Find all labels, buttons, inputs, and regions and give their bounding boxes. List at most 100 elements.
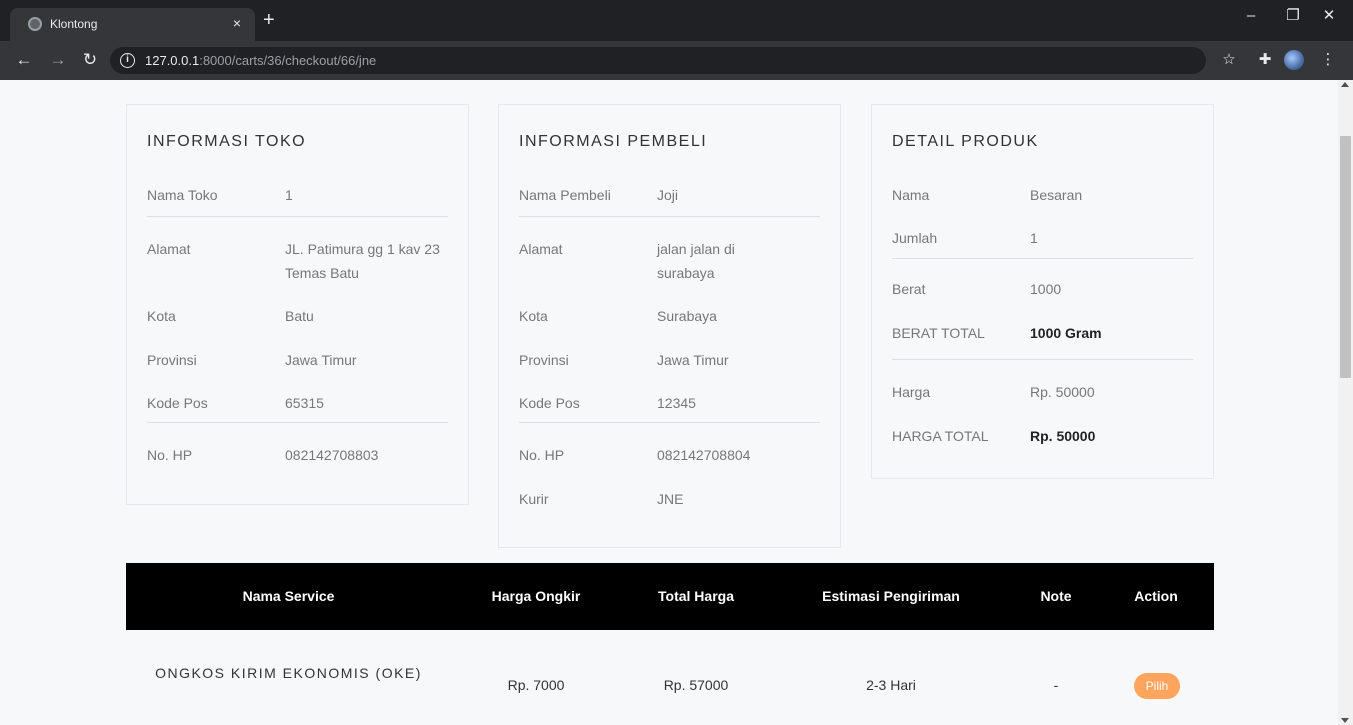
- store-name-label: Nama Toko: [147, 187, 218, 203]
- store-postal-row: Kode Pos 65315: [147, 391, 448, 422]
- header-total: Total Harga: [658, 588, 734, 604]
- header-ongkir: Harga Ongkir: [491, 588, 581, 604]
- store-city-label: Kota: [147, 308, 176, 324]
- service-total: Rp. 57000: [663, 677, 729, 693]
- product-total-weight-row: BERAT TOTAL 1000 Gram: [892, 321, 1193, 359]
- profile-avatar[interactable]: [1284, 50, 1304, 70]
- store-postal-value: 65315: [285, 395, 324, 411]
- close-tab-icon[interactable]: ×: [233, 15, 241, 31]
- buyer-name-value: Joji: [657, 187, 679, 203]
- buyer-postal-label: Kode Pos: [519, 395, 580, 411]
- buyer-city-row: Kota Surabaya: [519, 304, 820, 348]
- product-name-row: Nama Besaran: [892, 183, 1193, 226]
- service-note: -: [1053, 677, 1059, 693]
- url-host: 127.0.0.1: [145, 53, 200, 68]
- buyer-name-row: Nama Pembeli Joji: [519, 183, 820, 216]
- product-name-value: Besaran: [1030, 187, 1083, 203]
- buyer-courier-row: Kurir JNE: [519, 487, 820, 511]
- vertical-scrollbar[interactable]: [1338, 80, 1353, 725]
- service-estimasi: 2-3 Hari: [866, 677, 916, 693]
- product-weight-row: Berat 1000: [892, 259, 1193, 321]
- buyer-info-card: INFORMASI PEMBELI Nama Pembeli Joji Alam…: [498, 104, 841, 548]
- buyer-address-label: Alamat: [519, 241, 563, 257]
- buyer-address-value: jalan jalan di surabaya: [657, 241, 735, 281]
- shipping-table-header: Nama Service Harga Ongkir Total Harga Es…: [126, 563, 1214, 630]
- page-viewport: INFORMASI TOKO Nama Toko 1 Alamat JL. Pa…: [0, 80, 1353, 725]
- table-row: ONGKOS KIRIM EKONOMIS (OKE) Rp. 7000 Rp.…: [126, 652, 1214, 719]
- globe-icon: [28, 17, 42, 31]
- product-total-price-label: HARGA TOTAL: [892, 428, 989, 444]
- service-ongkir: Rp. 7000: [507, 677, 565, 693]
- address-bar[interactable]: i 127.0.0.1:8000/carts/36/checkout/66/jn…: [110, 47, 1206, 74]
- product-detail-title: DETAIL PRODUK: [892, 133, 1039, 150]
- buyer-postal-value: 12345: [657, 395, 696, 411]
- back-arrow-icon[interactable]: ←: [14, 51, 34, 69]
- forward-arrow-icon[interactable]: →: [48, 51, 68, 69]
- restore-button[interactable]: ❐: [1283, 8, 1303, 24]
- scroll-up-arrow-icon[interactable]: [1341, 82, 1349, 87]
- store-name-value: 1: [285, 187, 293, 203]
- browser-tab[interactable]: Klontong ×: [10, 8, 255, 41]
- store-info-title: INFORMASI TOKO: [147, 133, 307, 150]
- pilih-button[interactable]: Pilih: [1134, 673, 1180, 699]
- minimize-button[interactable]: –: [1241, 8, 1261, 24]
- store-city-value: Batu: [285, 308, 314, 324]
- buyer-province-value: Jawa Timur: [657, 352, 729, 368]
- product-price-row: Harga Rp. 50000: [892, 360, 1193, 424]
- product-detail-card: DETAIL PRODUK Nama Besaran Jumlah 1 Bera…: [871, 104, 1214, 479]
- buyer-city-value: Surabaya: [657, 308, 717, 324]
- product-qty-value: 1: [1030, 230, 1038, 246]
- product-weight-label: Berat: [892, 281, 926, 297]
- buyer-courier-value: JNE: [657, 491, 684, 507]
- store-phone-label: No. HP: [147, 447, 193, 463]
- product-price-label: Harga: [892, 384, 931, 400]
- close-window-button[interactable]: ✕: [1319, 8, 1339, 24]
- url-path: :8000/carts/36/checkout/66/jne: [199, 53, 377, 68]
- buyer-info-title: INFORMASI PEMBELI: [519, 133, 708, 150]
- store-postal-label: Kode Pos: [147, 395, 208, 411]
- header-action: Action: [1134, 588, 1178, 604]
- store-address-row: Alamat JL. Patimura gg 1 kav 23 Temas Ba…: [147, 217, 448, 304]
- store-province-value: Jawa Timur: [285, 352, 357, 368]
- store-city-row: Kota Batu: [147, 304, 448, 348]
- store-address-value: JL. Patimura gg 1 kav 23 Temas Batu: [285, 241, 440, 281]
- store-phone-value: 082142708803: [285, 447, 379, 463]
- buyer-courier-label: Kurir: [519, 491, 549, 507]
- reload-icon[interactable]: ↻: [80, 51, 100, 69]
- service-name: ONGKOS KIRIM EKONOMIS (OKE): [155, 665, 422, 681]
- url-text[interactable]: 127.0.0.1:8000/carts/36/checkout/66/jne: [145, 53, 376, 68]
- product-total-price-row: HARGA TOTAL Rp. 50000: [892, 424, 1193, 448]
- menu-kebab-icon[interactable]: ⋮: [1318, 51, 1338, 69]
- buyer-phone-value: 082142708804: [657, 447, 751, 463]
- product-qty-row: Jumlah 1: [892, 226, 1193, 258]
- store-phone-row: No. HP 082142708803: [147, 423, 448, 467]
- product-qty-label: Jumlah: [892, 230, 938, 246]
- product-total-weight-value: 1000 Gram: [1030, 325, 1102, 341]
- tab-strip: Klontong × + – ❐ ✕: [0, 0, 1353, 41]
- buyer-name-label: Nama Pembeli: [519, 187, 611, 203]
- buyer-phone-row: No. HP 082142708804: [519, 423, 820, 487]
- new-tab-button[interactable]: +: [263, 10, 275, 30]
- buyer-postal-row: Kode Pos 12345: [519, 391, 820, 422]
- bookmark-star-icon[interactable]: ☆: [1219, 51, 1239, 69]
- product-total-price-value: Rp. 50000: [1030, 428, 1096, 444]
- product-total-weight-label: BERAT TOTAL: [892, 325, 985, 341]
- buyer-city-label: Kota: [519, 308, 548, 324]
- scroll-thumb[interactable]: [1340, 136, 1351, 378]
- header-service: Nama Service: [242, 588, 335, 604]
- product-weight-value: 1000: [1030, 281, 1062, 297]
- store-info-card: INFORMASI TOKO Nama Toko 1 Alamat JL. Pa…: [126, 104, 469, 505]
- buyer-province-row: Provinsi Jawa Timur: [519, 348, 820, 391]
- store-province-label: Provinsi: [147, 352, 197, 368]
- product-name-label: Nama: [892, 187, 930, 203]
- store-province-row: Provinsi Jawa Timur: [147, 348, 448, 391]
- extensions-puzzle-icon[interactable]: ✚: [1255, 51, 1275, 69]
- browser-toolbar: ← → ↻ i 127.0.0.1:8000/carts/36/checkout…: [0, 41, 1353, 80]
- info-icon[interactable]: i: [120, 53, 135, 68]
- store-address-label: Alamat: [147, 241, 191, 257]
- buyer-phone-label: No. HP: [519, 447, 565, 463]
- scroll-down-arrow-icon[interactable]: [1341, 718, 1349, 723]
- header-note: Note: [1040, 588, 1072, 604]
- buyer-province-label: Provinsi: [519, 352, 569, 368]
- buyer-address-row: Alamat jalan jalan di surabaya: [519, 217, 820, 304]
